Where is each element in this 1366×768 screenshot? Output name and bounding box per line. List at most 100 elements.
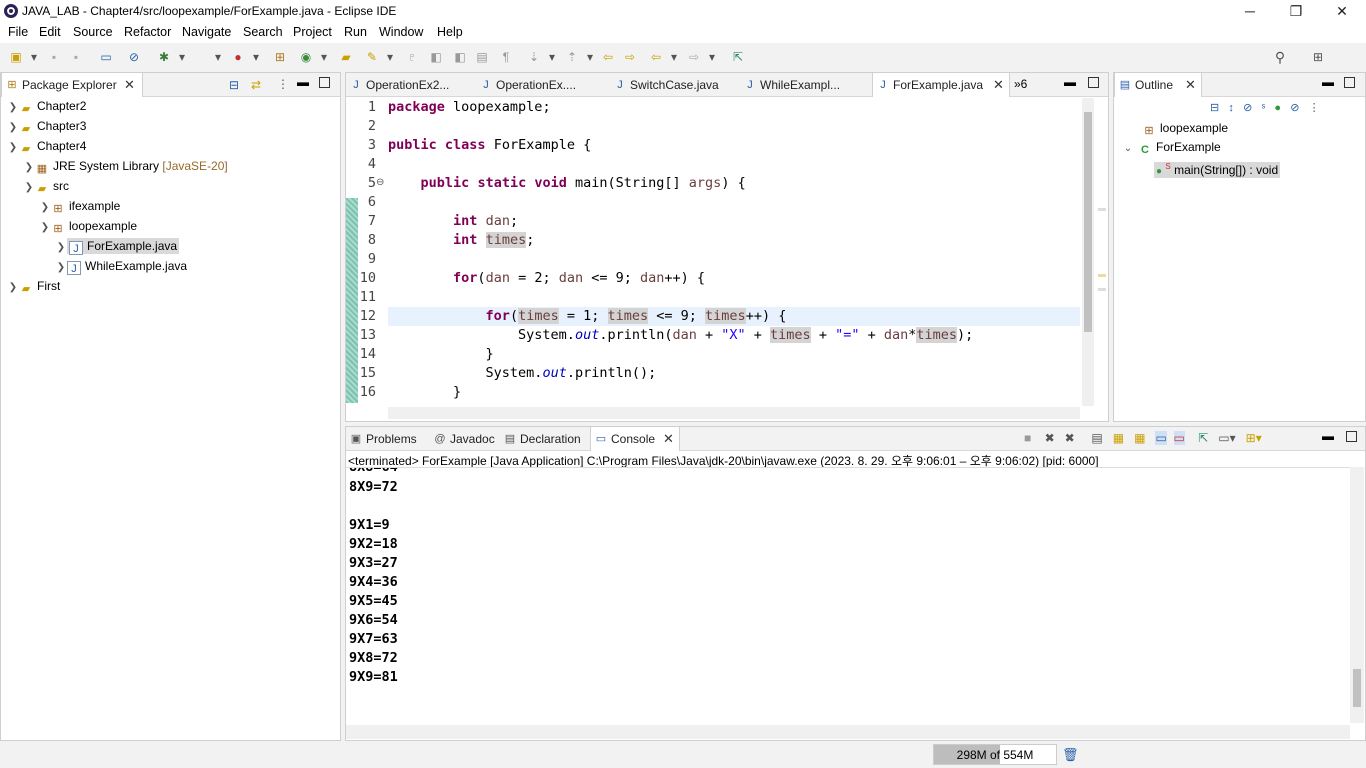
close-window-button[interactable]: ✕ [1319,0,1365,22]
restore-button[interactable]: ❐ [1273,0,1319,22]
expand-icon[interactable]: ❯ [55,259,67,277]
expand-icon[interactable]: ❯ [7,279,19,297]
sort-icon[interactable]: ↕ [1228,102,1234,114]
menu-refactor[interactable]: Refactor [124,25,171,39]
toggle-mark-icon[interactable]: ◧ [428,49,444,65]
prev-annotation-dropdown-icon[interactable]: ▾ [582,49,598,65]
hide-fields-icon[interactable]: ⊘ [1243,102,1252,114]
tree-item-ifexample[interactable]: ❯ ⊞ ifexample [7,197,228,217]
show-on-stdout-icon[interactable]: ▭ [1155,431,1167,445]
new-package-icon[interactable]: ⊞ [272,49,288,65]
save-icon[interactable]: ▪ [46,49,62,65]
console-vertical-scrollbar[interactable] [1350,467,1364,723]
outline-item-package[interactable]: ⊞ loopexample [1118,119,1280,138]
collapse-icon[interactable]: ❯ [7,139,19,157]
last-edit-icon[interactable]: ⇦ [600,49,616,65]
collapse-icon[interactable]: ⌄ [1118,140,1138,158]
open-type-icon[interactable]: ▰ [338,49,354,65]
debug-dropdown-icon[interactable]: ▾ [174,49,190,65]
minimize-button[interactable]: ─ [1227,0,1273,22]
code-text-area[interactable]: package loopexample; public class ForExa… [388,98,973,402]
search-dropdown-icon[interactable]: ▾ [382,49,398,65]
back-icon[interactable]: ⇦ [648,49,664,65]
editor-horizontal-scrollbar[interactable] [388,407,1080,419]
menu-window[interactable]: Window [379,25,423,39]
hide-local-types-icon[interactable]: ⊘ [1290,102,1299,114]
expand-icon[interactable]: ❯ [7,99,19,117]
forward-dropdown-icon[interactable]: ▾ [704,49,720,65]
collapse-all-icon[interactable]: ⊟ [1210,102,1219,114]
maximize-view-icon[interactable] [1344,77,1355,88]
tree-item-chapter2[interactable]: ❯ ▰ Chapter2 [7,97,228,117]
breadcrumb-icon[interactable]: ◧ [452,49,468,65]
open-console-icon[interactable]: ⊞▾ [1246,431,1262,445]
collapse-icon[interactable]: ❯ [23,179,35,197]
outline-item-method[interactable]: ● S main(String[]) : void [1118,158,1281,181]
expand-icon[interactable]: ❯ [39,199,51,217]
tab-outline[interactable]: ▤ Outline ✕ [1114,73,1202,97]
search-tool-icon[interactable]: ✎ [364,49,380,65]
link-editor-icon[interactable]: ⇄ [251,78,261,92]
view-menu-icon[interactable]: ⋮ [1309,102,1320,114]
prev-annotation-icon[interactable]: ⇡ [564,49,580,65]
close-tab-icon[interactable]: ✕ [993,73,1004,97]
tree-item-whileexample[interactable]: ❯ J WhileExample.java [7,257,228,277]
collapse-all-icon[interactable]: ⊟ [229,78,239,92]
new-class-dropdown-icon[interactable]: ▾ [316,49,332,65]
show-whitespace-icon[interactable]: ¶ [498,49,514,65]
close-tab-icon[interactable]: ✕ [1185,73,1196,97]
minimize-view-icon[interactable]: ▬ [1322,429,1334,443]
menu-run[interactable]: Run [344,25,367,39]
clear-console-icon[interactable]: ▤ [1091,431,1102,445]
hide-nonpublic-icon[interactable]: ● [1274,102,1281,114]
tree-item-loopexample[interactable]: ❯ ⊞ loopexample [7,217,228,237]
debug-icon[interactable]: ✱ [156,49,172,65]
annotation-icon[interactable]: ♇ [404,49,420,65]
menu-project[interactable]: Project [293,25,332,39]
coverage-dropdown-icon[interactable]: ▾ [248,49,264,65]
menu-help[interactable]: Help [437,25,463,39]
menu-search[interactable]: Search [243,25,283,39]
word-wrap-icon[interactable]: ▦ [1134,431,1145,445]
maximize-editor-icon[interactable] [1088,77,1099,88]
tab-switchcase[interactable]: J SwitchCase.java [610,73,740,97]
expand-icon[interactable]: ❯ [23,159,35,177]
tab-forexample[interactable]: J ForExample.java ✕ [872,73,1010,97]
new-dropdown-icon[interactable]: ▾ [26,49,42,65]
tab-console[interactable]: ▭ Console ✕ [590,427,680,451]
open-perspective-icon[interactable]: ⊞ [1310,49,1326,65]
last-edit-location-icon[interactable]: ⇨ [622,49,638,65]
scroll-thumb[interactable] [1084,112,1092,332]
next-annotation-icon[interactable]: ⇣ [526,49,542,65]
tab-declaration[interactable]: ▤ Declaration [500,427,590,451]
search-icon[interactable]: ⚲ [1272,49,1288,65]
coverage-icon[interactable]: ● [230,49,246,65]
tree-item-chapter4[interactable]: ❯ ▰ Chapter4 [7,137,228,157]
remove-launch-icon[interactable]: ✖ [1045,431,1055,445]
console-output-area[interactable]: 8X8=64 8X9=72 9X1=9 9X2=18 9X3=27 9X4=36… [346,467,1350,723]
terminal-icon[interactable]: ▭ [98,49,114,65]
run-dropdown-icon[interactable]: ▾ [210,49,226,65]
save-all-icon[interactable]: ▪ [68,49,84,65]
new-icon[interactable]: ▣ [8,49,24,65]
minimize-view-icon[interactable]: ▬ [1322,75,1334,89]
hide-static-icon[interactable]: ˢ [1261,102,1265,114]
console-horizontal-scrollbar[interactable] [346,725,1350,739]
next-annotation-dropdown-icon[interactable]: ▾ [544,49,560,65]
close-tab-icon[interactable]: ✕ [663,427,674,451]
more-tabs-button[interactable]: »6 [1014,77,1027,91]
minimize-editor-icon[interactable]: ▬ [1064,75,1076,89]
maximize-view-icon[interactable] [319,77,330,88]
scroll-thumb[interactable] [1353,669,1361,707]
tree-item-jre[interactable]: ❯ ▦ JRE System Library [JavaSE-20] [7,157,228,177]
block-selection-icon[interactable]: ▤ [474,49,490,65]
tree-item-src[interactable]: ❯ ▰ src [7,177,228,197]
back-dropdown-icon[interactable]: ▾ [666,49,682,65]
tab-javadoc[interactable]: @ Javadoc [430,427,500,451]
maximize-view-icon[interactable] [1346,431,1357,442]
heap-status[interactable]: 298M of 554M [933,744,1057,765]
tree-item-forexample[interactable]: ❯ J ForExample.java [7,237,228,257]
tree-item-chapter3[interactable]: ❯ ▰ Chapter3 [7,117,228,137]
outline-item-class[interactable]: ⌄ C ForExample [1118,138,1280,158]
tab-whileexample[interactable]: J WhileExampl... [740,73,872,97]
